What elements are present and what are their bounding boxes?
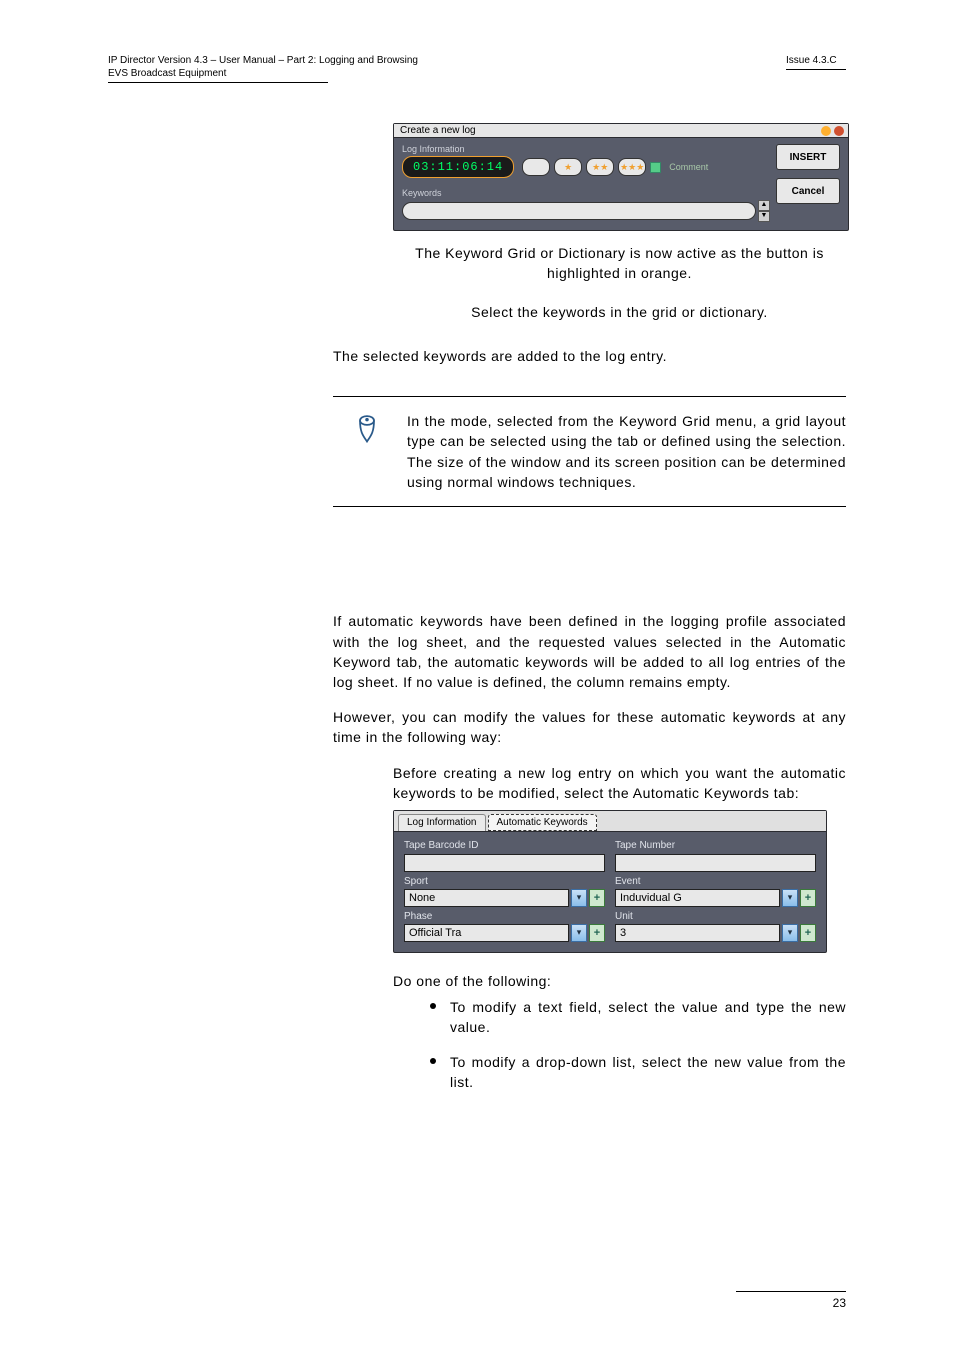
chevron-down-icon[interactable]: ▾ [782,889,798,907]
paragraph: Before creating a new log entry on which… [393,763,846,804]
page-number: 23 [736,1296,846,1310]
paragraph: If automatic keywords have been defined … [333,611,846,692]
doc-subtitle: EVS Broadcast Equipment [108,67,418,80]
bullet-text: To modify a text field, select the value… [450,997,846,1038]
bullet-icon [430,1058,436,1064]
phase-select[interactable]: Official Tra [404,924,569,942]
automatic-keywords-panel: Log Information Automatic Keywords Tape … [393,810,827,953]
unit-select[interactable]: 3 [615,924,780,942]
keywords-up-button[interactable]: ▲ [758,200,770,211]
event-select[interactable]: Induvidual G [615,889,780,907]
chevron-down-icon[interactable]: ▾ [571,924,587,942]
insert-button[interactable]: INSERT [776,144,840,170]
rating-3star-button[interactable]: ★★★ [618,158,646,176]
paragraph: However, you can modify the values for t… [333,707,846,748]
close-icon[interactable] [834,126,844,136]
unit-add-button[interactable]: + [800,924,816,942]
phase-label: Phase [404,911,605,922]
paragraph: The Keyword Grid or Dictionary is now ac… [393,243,846,284]
rating-1star-button[interactable]: ★ [554,158,582,176]
comment-checkbox[interactable] [650,162,661,173]
sport-label: Sport [404,876,605,887]
keywords-label: Keywords [402,188,770,198]
paragraph: The selected keywords are added to the l… [333,346,846,366]
chevron-down-icon[interactable]: ▾ [571,889,587,907]
note-icon [353,415,381,443]
timecode-field[interactable]: 03:11:06:14 [402,156,514,178]
header-right: Issue 4.3.C [786,54,846,70]
help-icon[interactable] [821,126,831,136]
event-add-button[interactable]: + [800,889,816,907]
window-title: Create a new log [400,125,476,136]
unit-label: Unit [615,911,816,922]
issue-label: Issue 4.3.C [786,54,846,67]
paragraph: Select the keywords in the grid or dicti… [393,302,846,322]
sport-select[interactable]: None [404,889,569,907]
comment-label: Comment [669,162,708,172]
chevron-down-icon[interactable]: ▾ [782,924,798,942]
doc-title: IP Director Version 4.3 – User Manual – … [108,54,418,67]
bullet-icon [430,1003,436,1009]
create-log-window: Create a new log Log Information 03:11:0… [393,123,849,231]
tape-number-input[interactable] [615,854,816,872]
footer: 23 [736,1291,846,1310]
tab-automatic-keywords[interactable]: Automatic Keywords [488,814,597,831]
tape-barcode-input[interactable] [404,854,605,872]
cancel-button[interactable]: Cancel [776,178,840,204]
keywords-down-button[interactable]: ▼ [758,211,770,222]
tape-number-label: Tape Number [615,840,816,851]
header-left: IP Director Version 4.3 – User Manual – … [108,54,418,83]
sport-add-button[interactable]: + [589,889,605,907]
rating-none-button[interactable] [522,158,550,176]
list-item: To modify a drop-down list, select the n… [430,1052,846,1093]
rating-2star-button[interactable]: ★★ [586,158,614,176]
keywords-input[interactable] [402,202,756,220]
list-item: To modify a text field, select the value… [430,997,846,1038]
log-information-label: Log Information [402,144,770,154]
paragraph: Do one of the following: [393,971,846,991]
phase-add-button[interactable]: + [589,924,605,942]
window-titlebar: Create a new log [394,124,848,138]
tape-barcode-label: Tape Barcode ID [404,840,605,851]
note-text: In the mode, selected from the Keyword G… [407,411,846,492]
event-label: Event [615,876,816,887]
tab-log-information[interactable]: Log Information [398,814,486,831]
bullet-text: To modify a drop-down list, select the n… [450,1052,846,1093]
